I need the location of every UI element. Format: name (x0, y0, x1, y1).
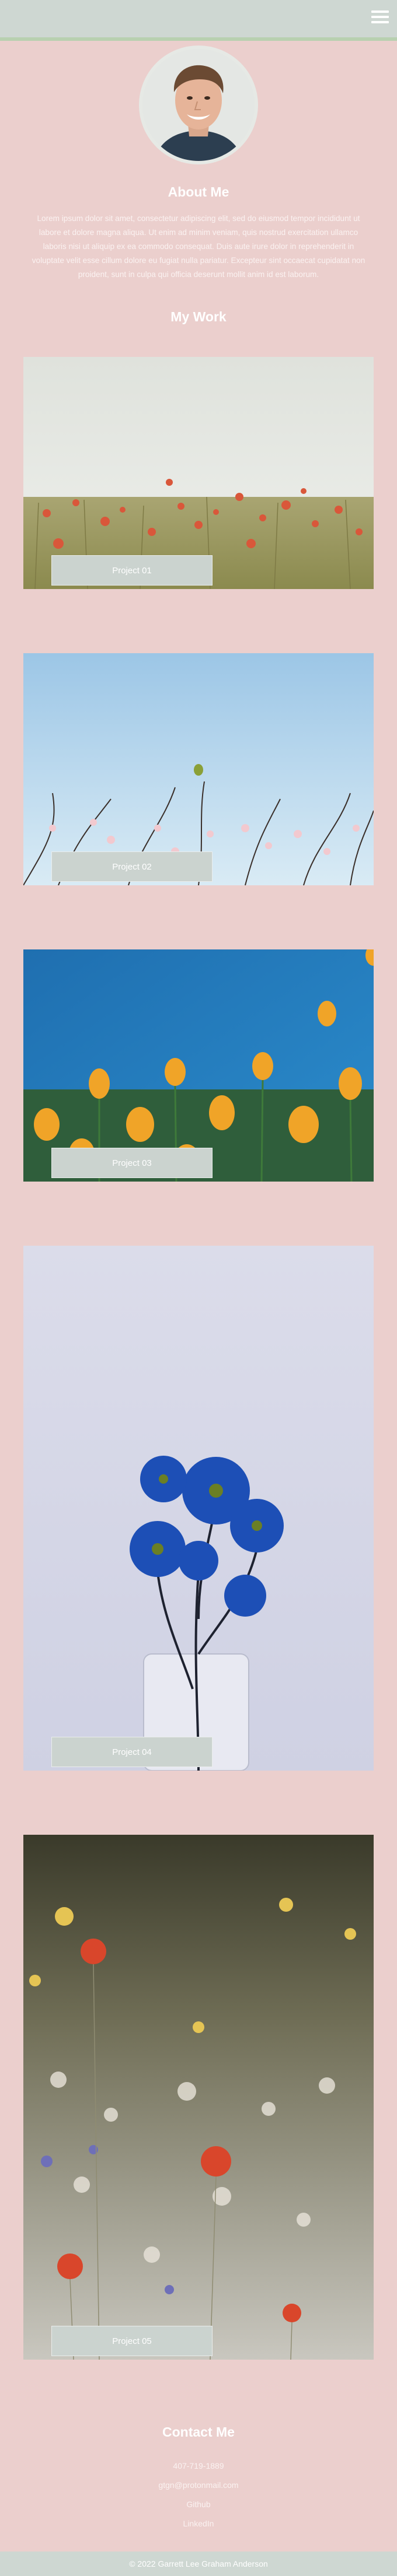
about-text: Lorem ipsum dolor sit amet, consectetur … (32, 214, 365, 279)
poppy-meadow-photo (23, 357, 374, 589)
contact-email: gtgn@protonmail.com (0, 2480, 397, 2490)
contact-phone: 407-719-1889 (0, 2461, 397, 2470)
contact-title: Contact Me (162, 2424, 235, 2440)
my-work-title: My Work (170, 309, 227, 324)
project-card-05[interactable]: Project 05 (23, 1835, 374, 2360)
project-card-02[interactable]: Project 02 (23, 653, 374, 885)
github-link[interactable]: Github (186, 2500, 210, 2509)
hamburger-menu-icon[interactable] (371, 10, 389, 23)
contact-email-link[interactable]: gtgn@protonmail.com (158, 2480, 238, 2490)
project-label[interactable]: Project 05 (51, 2326, 213, 2356)
contact-phone-link[interactable]: 407-719-1889 (173, 2461, 224, 2470)
project-label[interactable]: Project 03 (51, 1148, 213, 1178)
contact-github: Github (0, 2500, 397, 2509)
blossom-branches-photo (23, 653, 374, 885)
profile-avatar (139, 45, 258, 164)
footer-copyright: © 2022 Garrett Lee Graham Anderson (129, 2559, 268, 2568)
project-card-01[interactable]: Project 01 (23, 357, 374, 589)
top-nav-bar (0, 0, 397, 41)
project-card-03[interactable]: Project 03 (23, 949, 374, 1182)
about-title: About Me (168, 184, 229, 199)
project-label[interactable]: Project 04 (51, 1737, 213, 1767)
yellow-tulips-photo (23, 949, 374, 1182)
blue-daisies-vase-photo (23, 1246, 374, 1771)
project-card-04[interactable]: Project 04 (23, 1246, 374, 1771)
project-label[interactable]: Project 02 (51, 851, 213, 882)
contact-linkedin: LinkedIn (0, 2519, 397, 2528)
linkedin-link[interactable]: LinkedIn (183, 2519, 214, 2528)
wildflower-field-photo (23, 1835, 374, 2360)
footer: © 2022 Garrett Lee Graham Anderson (0, 2552, 397, 2576)
project-label[interactable]: Project 01 (51, 555, 213, 586)
